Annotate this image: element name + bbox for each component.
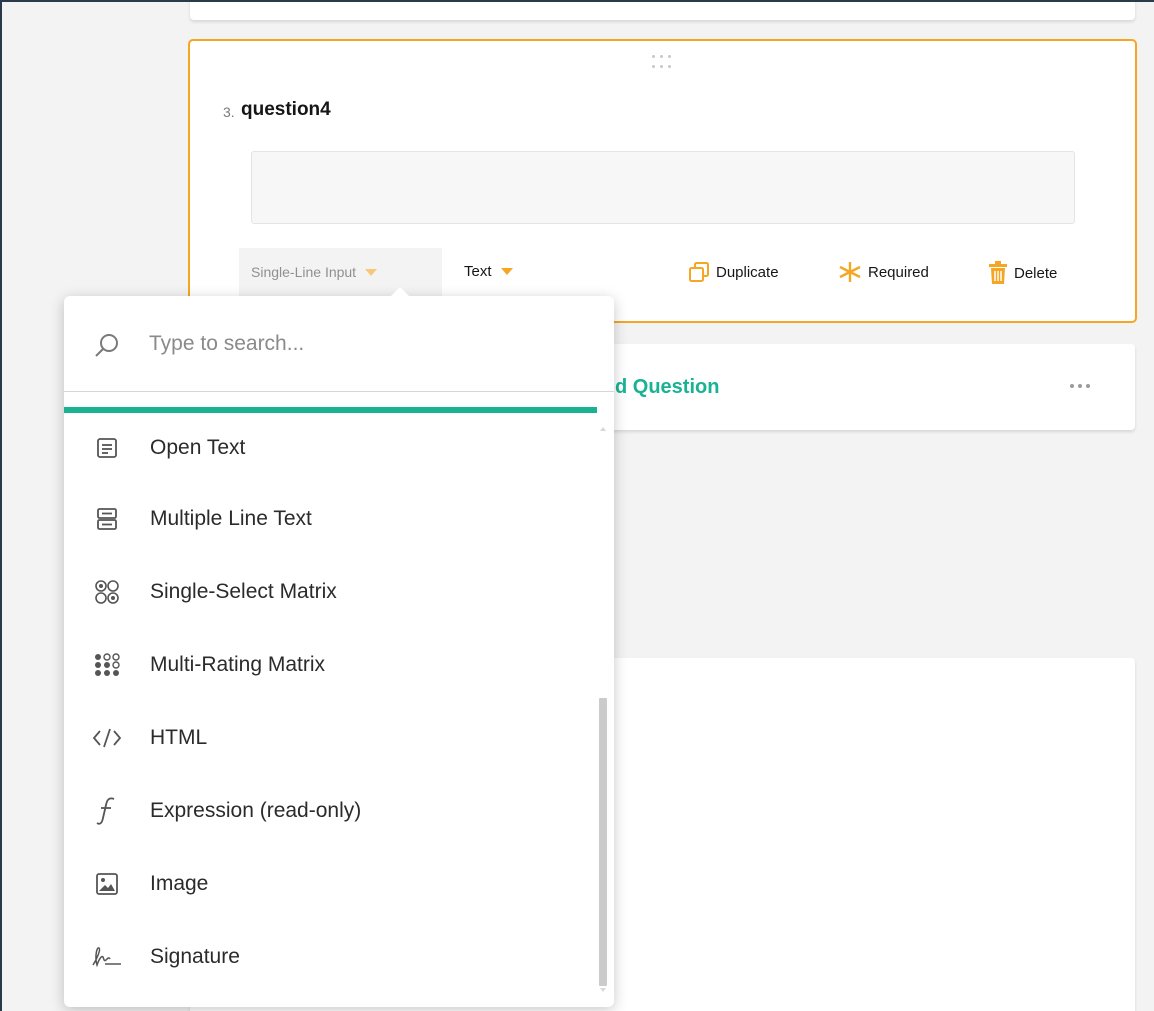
function-icon bbox=[89, 793, 125, 829]
code-icon bbox=[89, 720, 125, 756]
drag-handle-icon[interactable] bbox=[650, 55, 674, 71]
trash-icon bbox=[989, 261, 1007, 284]
question-type-label: Single-Line Input bbox=[251, 264, 357, 280]
menu-item-label: Expression (read-only) bbox=[150, 798, 362, 822]
menu-item-label: Multiple Line Text bbox=[150, 506, 312, 530]
multiple-text-icon bbox=[89, 501, 125, 537]
duplicate-icon bbox=[689, 262, 709, 282]
search-input[interactable] bbox=[149, 326, 569, 362]
scrollbar-thumb[interactable] bbox=[599, 698, 607, 986]
question-type-list: Open Text Multiple Line Text Single-Sele… bbox=[64, 414, 594, 993]
signature-icon bbox=[89, 939, 125, 975]
asterisk-icon bbox=[839, 262, 861, 282]
question-card[interactable]: 3. question4 Single-Line Input Text Dupl… bbox=[188, 39, 1137, 323]
open-text-icon bbox=[89, 430, 125, 466]
matrix-icon bbox=[89, 574, 125, 610]
required-button[interactable]: Required bbox=[838, 261, 929, 283]
scroll-down-icon[interactable] bbox=[600, 988, 606, 992]
menu-item-image[interactable]: Image bbox=[64, 847, 594, 920]
answer-input-preview bbox=[251, 151, 1075, 224]
menu-item-label: Open Text bbox=[150, 436, 246, 459]
input-type-label: Text bbox=[464, 263, 492, 280]
chevron-down-icon bbox=[500, 268, 513, 275]
menu-item-label: Image bbox=[150, 871, 209, 895]
question-type-dropdown: Open Text Multiple Line Text bbox=[64, 287, 614, 1007]
menu-item-label: HTML bbox=[150, 725, 208, 749]
menu-item-multi-rating-matrix[interactable]: Multi-Rating Matrix bbox=[64, 628, 594, 701]
add-question-label[interactable]: d Question bbox=[615, 376, 719, 399]
required-label: Required bbox=[868, 263, 929, 281]
previous-question-card bbox=[190, 0, 1135, 20]
question-number: 3. bbox=[223, 104, 235, 120]
menu-item-html[interactable]: HTML bbox=[64, 701, 594, 774]
chevron-down-icon bbox=[365, 268, 378, 276]
question-title[interactable]: question4 bbox=[241, 99, 331, 121]
more-options-icon[interactable] bbox=[1070, 384, 1090, 388]
delete-label: Delete bbox=[1014, 264, 1058, 282]
menu-item-open-text[interactable]: Open Text bbox=[64, 414, 594, 482]
menu-item-label: Signature bbox=[150, 944, 240, 968]
input-type-select[interactable]: Text bbox=[464, 263, 513, 280]
menu-item-label: Single-Select Matrix bbox=[150, 579, 337, 603]
duplicate-label: Duplicate bbox=[716, 263, 779, 281]
rating-matrix-icon bbox=[89, 647, 125, 683]
search-row bbox=[64, 296, 614, 392]
menu-item-multiple-line-text[interactable]: Multiple Line Text bbox=[64, 482, 594, 555]
delete-button[interactable]: Delete bbox=[988, 261, 1057, 285]
image-icon bbox=[89, 866, 125, 902]
search-icon bbox=[95, 334, 118, 357]
duplicate-button[interactable]: Duplicate bbox=[688, 261, 779, 283]
loading-bar bbox=[64, 407, 597, 413]
menu-item-single-select-matrix[interactable]: Single-Select Matrix bbox=[64, 555, 594, 628]
menu-item-expression[interactable]: Expression (read-only) bbox=[64, 774, 594, 847]
menu-item-label: Multi-Rating Matrix bbox=[150, 652, 326, 676]
scroll-up-icon[interactable] bbox=[600, 427, 606, 431]
question-type-select[interactable]: Single-Line Input bbox=[239, 248, 442, 296]
menu-item-signature[interactable]: Signature bbox=[64, 920, 594, 993]
